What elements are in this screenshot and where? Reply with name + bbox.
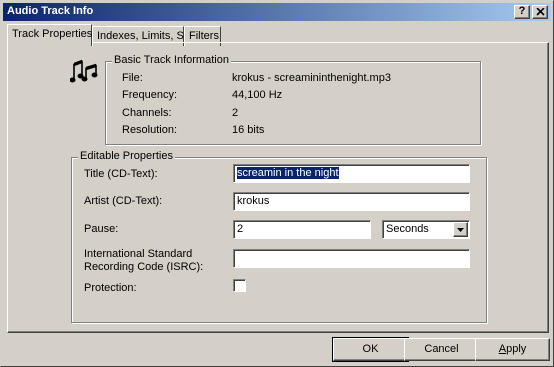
file-label: File: (122, 72, 143, 84)
artist-label: Artist (CD-Text): (84, 195, 163, 207)
dropdown-button[interactable] (453, 222, 468, 237)
chevron-down-icon (457, 228, 464, 232)
help-icon: ? (518, 5, 526, 17)
resolution-value: 16 bits (232, 124, 265, 136)
editable-properties-group: Editable Properties Title (CD-Text): scr… (71, 150, 487, 323)
close-icon (535, 7, 545, 19)
pause-input-value: 2 (237, 223, 244, 235)
isrc-label-line2: Recording Code (ISRC): (84, 261, 204, 273)
audio-track-info-dialog: Audio Track Info ? Track Properties Inde… (0, 0, 554, 367)
resolution-label: Resolution: (122, 124, 178, 136)
frequency-label: Frequency: (122, 89, 178, 101)
apply-button-label: Apply (498, 343, 527, 355)
protection-label: Protection: (84, 282, 137, 294)
close-button[interactable] (532, 5, 548, 19)
help-button[interactable]: ? (514, 5, 530, 19)
basic-track-info-heading: Basic Track Information (112, 54, 231, 66)
pause-unit-value: Seconds (386, 223, 429, 235)
title-input[interactable]: screamin in the night (233, 164, 470, 183)
basic-track-info-group: Basic Track Information File: krokus - s… (105, 54, 481, 145)
apply-button[interactable]: Apply (475, 338, 550, 361)
channels-label: Channels: (122, 107, 172, 119)
tab-label: Indexes, Limits, Split (97, 30, 198, 42)
tab-label: Filters (189, 30, 219, 42)
pause-unit-select[interactable]: Seconds (382, 220, 470, 239)
track-properties-panel: Basic Track Information File: krokus - s… (7, 42, 549, 333)
tab-track-properties[interactable]: Track Properties (7, 24, 92, 46)
cancel-button-label: Cancel (424, 343, 459, 355)
isrc-label-line1: International Standard (84, 248, 193, 260)
pause-label: Pause: (84, 223, 119, 235)
file-value: krokus - screamininthenight.mp3 (232, 72, 391, 84)
ok-button-label: OK (362, 343, 379, 355)
music-notes-icon (69, 59, 98, 85)
pause-input[interactable]: 2 (233, 220, 371, 239)
isrc-input[interactable] (233, 249, 470, 268)
editable-properties-heading: Editable Properties (78, 150, 175, 162)
frequency-value: 44,100 Hz (232, 89, 283, 101)
title-bar[interactable]: Audio Track Info ? (3, 3, 551, 21)
artist-input[interactable]: krokus (233, 192, 470, 211)
protection-checkbox[interactable] (233, 279, 246, 292)
title-input-value: screamin in the night (237, 167, 339, 179)
artist-input-value: krokus (237, 195, 270, 207)
window-title: Audio Track Info (7, 5, 94, 17)
title-label: Title (CD-Text): (84, 168, 158, 180)
cancel-button[interactable]: Cancel (404, 338, 479, 361)
tab-label: Track Properties (12, 28, 93, 40)
channels-value: 2 (232, 107, 239, 119)
ok-button[interactable]: OK (332, 337, 409, 362)
